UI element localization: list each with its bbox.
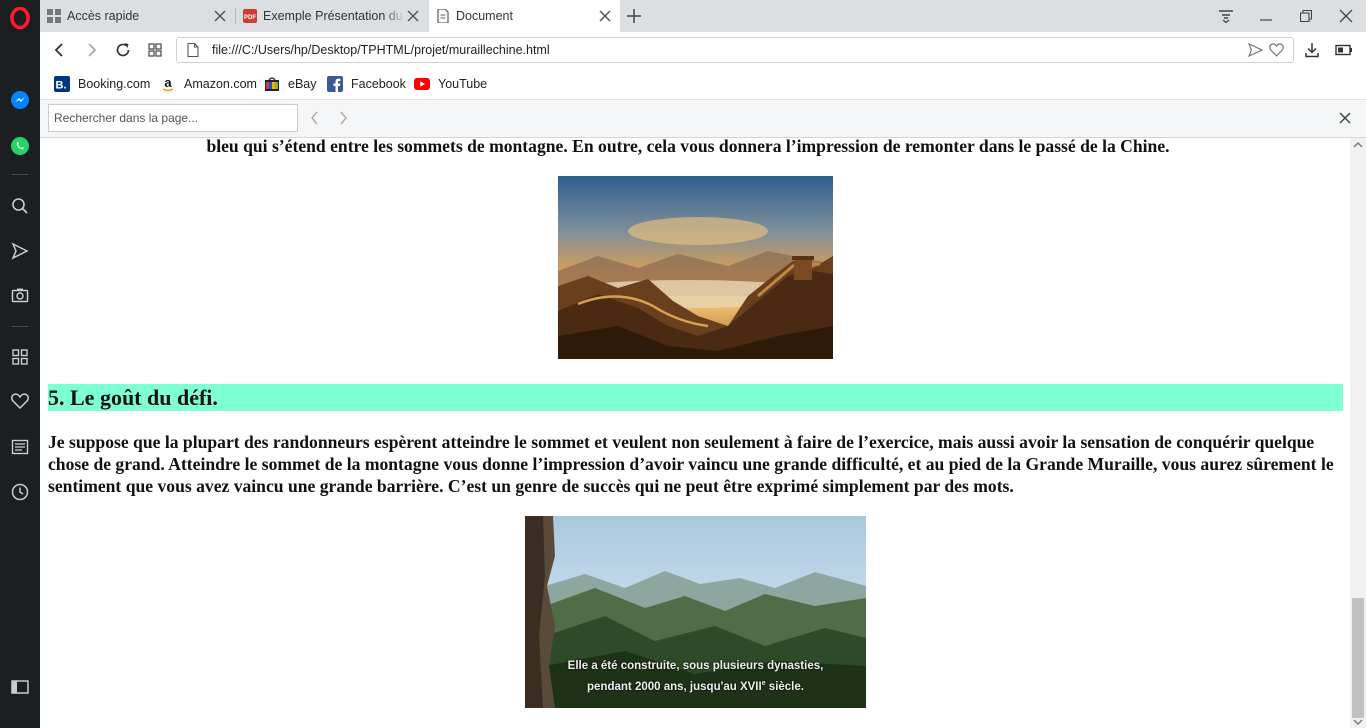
- bookmark-label: eBay: [288, 77, 317, 91]
- find-input[interactable]: [48, 104, 298, 132]
- speed-dial-icon[interactable]: [8, 345, 32, 369]
- back-button[interactable]: [48, 38, 72, 62]
- body-paragraph: Je suppose que la plupart des randonneur…: [48, 432, 1334, 496]
- address-bar[interactable]: file:///C:/Users/hp/Desktop/TPHTML/proje…: [176, 37, 1294, 63]
- amazon-icon: a: [160, 76, 176, 92]
- news-icon[interactable]: [8, 435, 32, 459]
- bookmark-booking[interactable]: B. Booking.com: [54, 75, 150, 93]
- tab-title: Accès rapide: [67, 9, 140, 23]
- great-wall-video-still: Elle a été construite, sous plusieurs dy…: [525, 516, 866, 708]
- bookmark-youtube[interactable]: YouTube: [414, 75, 487, 93]
- scroll-up-icon[interactable]: [1353, 141, 1363, 149]
- bookmark-facebook[interactable]: Facebook: [327, 75, 406, 93]
- tab-menu-button[interactable]: [1206, 0, 1246, 32]
- tab-title: Exemple Présentation du p: [263, 9, 405, 23]
- restore-button[interactable]: [1286, 0, 1326, 32]
- find-previous-icon[interactable]: [308, 110, 322, 126]
- whatsapp-icon[interactable]: [8, 134, 32, 158]
- close-tab-icon[interactable]: [597, 8, 613, 24]
- youtube-icon: [414, 76, 430, 92]
- new-tab-button[interactable]: [618, 0, 650, 32]
- send-page-icon[interactable]: [1248, 43, 1263, 57]
- intro-paragraph: bleu qui s’étend entre les sommets de mo…: [206, 138, 1170, 156]
- close-tab-icon[interactable]: [212, 8, 228, 24]
- find-bar: [40, 100, 1366, 138]
- pdf-icon: PDF: [243, 9, 257, 23]
- svg-text:B.: B.: [56, 80, 67, 92]
- find-next-icon[interactable]: [336, 110, 350, 126]
- close-tab-icon[interactable]: [405, 8, 421, 24]
- bookmark-ebay[interactable]: eBay: [264, 75, 317, 93]
- bookmark-label: Booking.com: [78, 77, 151, 91]
- send-icon[interactable]: [8, 239, 32, 263]
- speed-dial-button[interactable]: [143, 38, 167, 62]
- forward-button[interactable]: [79, 38, 103, 62]
- bookmark-label: Amazon.com: [184, 77, 257, 91]
- bookmark-amazon[interactable]: a Amazon.com: [160, 75, 257, 93]
- reload-button[interactable]: [111, 38, 135, 62]
- bookmark-heart-icon[interactable]: [1269, 43, 1284, 57]
- battery-saver-button[interactable]: [1332, 38, 1356, 62]
- messenger-icon[interactable]: [8, 88, 32, 112]
- tab-bar: Accès rapide PDF Exemple Présentation du…: [40, 0, 1366, 32]
- search-icon[interactable]: [8, 194, 32, 218]
- document-icon: [436, 9, 450, 23]
- grid-icon: [47, 9, 61, 23]
- bookmark-label: Facebook: [351, 77, 406, 91]
- tab-document[interactable]: Document: [429, 0, 620, 32]
- facebook-icon: [327, 76, 343, 92]
- heart-icon[interactable]: [8, 389, 32, 413]
- close-window-button[interactable]: [1326, 0, 1366, 32]
- address-url: file:///C:/Users/hp/Desktop/TPHTML/proje…: [212, 43, 550, 57]
- caption-text: pendant 2000 ans, jusqu'au XVII: [587, 680, 762, 693]
- svg-text:PDF: PDF: [244, 15, 256, 21]
- navigation-bar: file:///C:/Users/hp/Desktop/TPHTML/proje…: [40, 32, 1366, 68]
- scrollbar-thumb[interactable]: [1352, 598, 1364, 718]
- sidebar-toggle-icon[interactable]: [8, 675, 32, 699]
- video-caption-line-2: pendant 2000 ans, jusqu'au XVIIe siècle.: [525, 675, 866, 696]
- page-content: bleu qui s’étend entre les sommets de mo…: [40, 138, 1350, 728]
- scroll-down-icon[interactable]: [1353, 718, 1363, 726]
- opera-logo-icon[interactable]: [8, 6, 32, 30]
- tab-quick-access[interactable]: Accès rapide: [40, 0, 235, 32]
- camera-icon[interactable]: [8, 283, 32, 307]
- svg-text:a: a: [164, 76, 172, 90]
- caption-superscript: e: [761, 680, 766, 687]
- tab-title: Document: [456, 9, 513, 23]
- great-wall-sunset-image: [558, 176, 833, 359]
- video-caption-line-1: Elle a été construite, sous plusieurs dy…: [567, 660, 824, 672]
- section-heading: 5. Le goût du défi.: [48, 384, 1343, 411]
- bookmarks-bar: B. Booking.com a Amazon.com eBay Faceboo…: [40, 68, 1366, 100]
- minimize-button[interactable]: [1246, 0, 1286, 32]
- sidebar: [0, 0, 40, 728]
- bookmark-label: YouTube: [438, 77, 488, 91]
- vertical-scrollbar[interactable]: [1350, 138, 1366, 728]
- tab-pdf[interactable]: PDF Exemple Présentation du p: [236, 0, 428, 32]
- file-icon: [187, 43, 199, 57]
- booking-icon: B.: [54, 76, 70, 92]
- ebay-icon: [264, 76, 280, 92]
- caption-end: siècle.: [768, 680, 804, 693]
- history-icon[interactable]: [8, 480, 32, 504]
- downloads-button[interactable]: [1300, 38, 1324, 62]
- close-find-icon[interactable]: [1338, 111, 1352, 125]
